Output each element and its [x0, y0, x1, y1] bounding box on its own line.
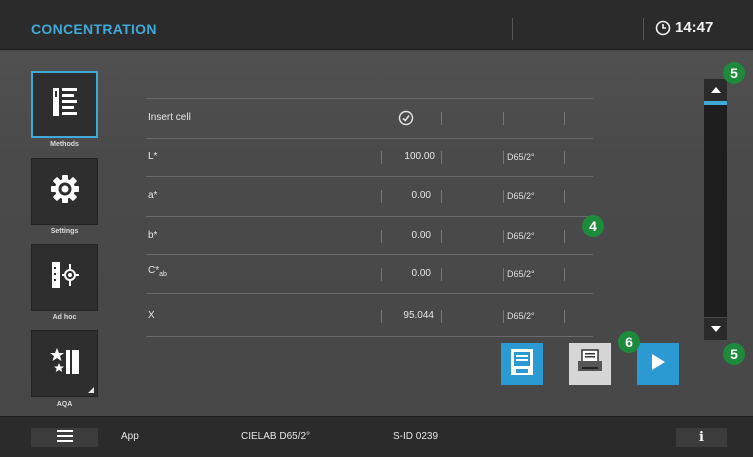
start-measurement-button[interactable] — [637, 343, 679, 385]
hamburger-menu-icon — [56, 429, 73, 447]
printer-icon — [576, 348, 604, 381]
row-value: 0.00 — [411, 268, 431, 279]
column-separator — [441, 190, 442, 203]
title-bar-divider — [512, 18, 513, 40]
aqa-stars-icon — [49, 345, 81, 382]
row-label: L* — [148, 151, 158, 162]
column-separator — [564, 112, 565, 125]
insert-cell-check-icon[interactable] — [398, 110, 414, 131]
arrow-down-icon — [710, 320, 722, 338]
column-separator — [441, 151, 442, 164]
column-separator — [564, 190, 565, 203]
clock: 14:47 — [655, 19, 713, 36]
info-button[interactable]: i — [676, 428, 727, 447]
callout-badge: 5 — [723, 343, 745, 365]
column-separator — [503, 268, 504, 281]
play-icon — [649, 352, 667, 377]
table-divider — [146, 176, 593, 177]
clock-time: 14:47 — [675, 19, 714, 36]
row-label: b* — [148, 230, 158, 241]
row-illuminant: D65/2° — [507, 231, 535, 241]
sidebar-item-label: Ad hoc — [52, 314, 77, 321]
scrollbar-thumb[interactable] — [704, 101, 727, 105]
sidebar-item-settings[interactable] — [31, 158, 98, 225]
row-label: C*ab — [148, 265, 167, 278]
row-value: 0.00 — [411, 190, 431, 201]
sidebar-item-label: Methods — [50, 141, 79, 148]
clock-icon — [655, 20, 671, 36]
column-separator — [441, 230, 442, 243]
column-separator — [503, 151, 504, 164]
column-separator — [503, 310, 504, 323]
table-divider — [146, 216, 593, 217]
title-bar: CONCENTRATION 14:47 — [0, 0, 753, 50]
gear-icon — [50, 174, 80, 209]
print-button[interactable] — [569, 343, 611, 385]
row-illuminant: D65/2° — [507, 269, 535, 279]
page-title: CONCENTRATION — [31, 21, 157, 37]
ad-hoc-measure-icon — [49, 259, 81, 296]
sidebar-item-label: AQA — [56, 401, 73, 408]
status-color-space: CIELAB D65/2° — [241, 431, 311, 442]
scrollbar-track[interactable] — [704, 101, 727, 317]
column-separator — [564, 310, 565, 323]
callout-badge: 6 — [618, 331, 640, 353]
status-app: App — [121, 431, 139, 442]
table-divider — [146, 254, 593, 255]
row-illuminant: D65/2° — [507, 191, 535, 201]
menu-button[interactable] — [31, 428, 98, 447]
callout-badge: 5 — [723, 62, 745, 84]
column-separator — [503, 112, 504, 125]
table-divider — [146, 336, 593, 337]
column-separator — [503, 230, 504, 243]
row-value: 100.00 — [404, 151, 435, 162]
info-icon: i — [699, 430, 704, 445]
column-separator — [564, 151, 565, 164]
column-separator — [441, 268, 442, 281]
submenu-corner-icon — [88, 387, 94, 393]
scroll-down-button[interactable] — [704, 318, 727, 340]
save-button[interactable] — [501, 343, 543, 385]
table-divider — [146, 293, 593, 294]
row-illuminant: D65/2° — [507, 311, 535, 321]
sidebar-item-label: Settings — [50, 228, 79, 235]
row-label: X — [148, 310, 155, 321]
column-separator — [441, 112, 442, 125]
sidebar-item-methods[interactable] — [31, 71, 98, 138]
row-illuminant: D65/2° — [507, 152, 535, 162]
sidebar-item-ad-hoc[interactable] — [31, 244, 98, 311]
sidebar-item-aqa[interactable] — [31, 330, 98, 397]
status-bar: App CIELAB D65/2° S-ID 0239 i — [0, 416, 753, 457]
row-label-main: C* — [148, 265, 160, 276]
row-label-insert-cell: Insert cell — [148, 112, 191, 123]
row-label: a* — [148, 190, 158, 201]
title-bar-divider — [643, 18, 644, 40]
column-separator — [503, 190, 504, 203]
row-value: 0.00 — [411, 230, 431, 241]
row-value: 95.044 — [403, 310, 434, 321]
row-label-subscript: ab — [159, 271, 167, 278]
column-separator — [564, 230, 565, 243]
scroll-up-button[interactable] — [704, 79, 727, 101]
arrow-up-icon — [710, 81, 722, 99]
table-divider — [146, 138, 593, 139]
methods-list-icon — [50, 85, 80, 124]
column-separator — [441, 310, 442, 323]
floppy-disk-icon — [510, 348, 534, 381]
table-divider — [146, 98, 593, 99]
status-sample-id: S-ID 0239 — [393, 431, 439, 442]
column-separator — [564, 268, 565, 281]
callout-badge: 4 — [582, 215, 604, 237]
